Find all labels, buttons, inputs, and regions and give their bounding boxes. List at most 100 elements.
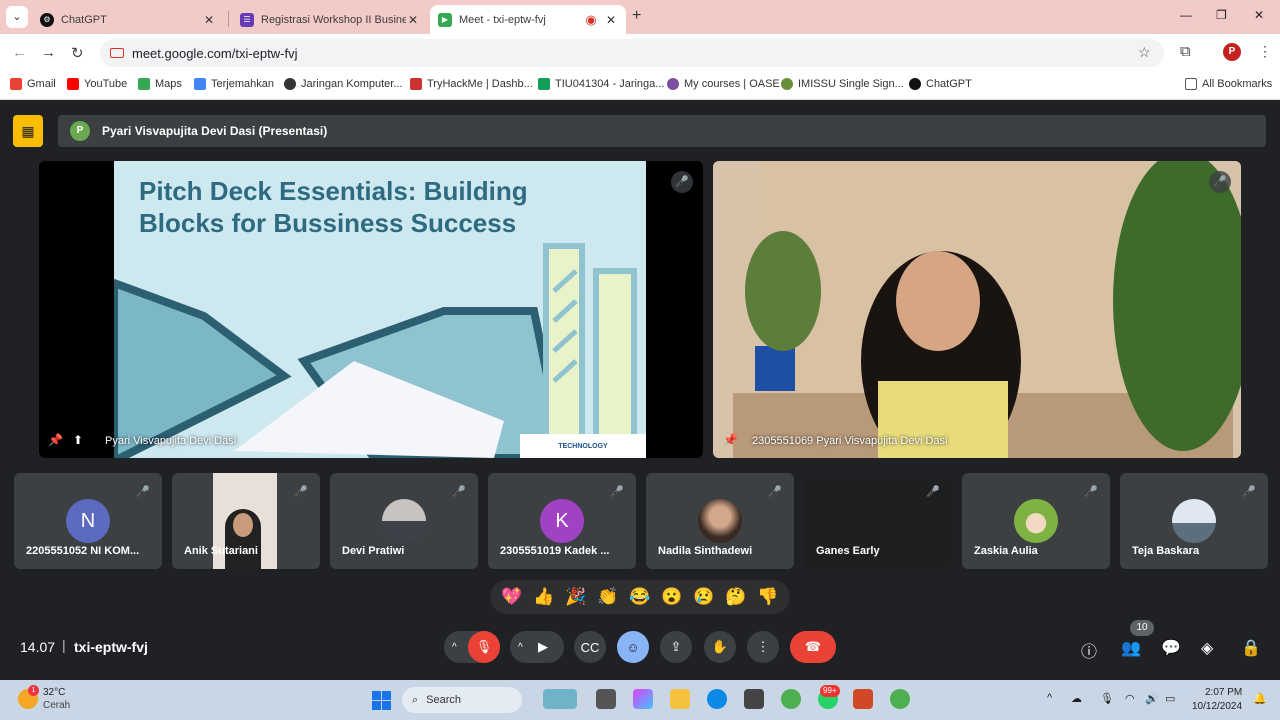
camera-icon[interactable]: ▶	[538, 639, 548, 655]
chrome-profile-icon[interactable]	[890, 689, 910, 709]
close-window-icon[interactable]: ✕	[1254, 8, 1264, 22]
present-button[interactable]: ⇪	[660, 631, 692, 663]
host-controls-icon[interactable]: 🔒	[1241, 638, 1261, 658]
reaction-thinking[interactable]: 🤔	[725, 587, 746, 607]
reaction-thumbs-down[interactable]: 👎	[757, 587, 778, 607]
mic-tray-icon[interactable]: 🎙	[1100, 692, 1114, 705]
volume-icon[interactable]: 🔊	[1145, 692, 1159, 705]
bookmark-youtube[interactable]: YouTube	[67, 78, 127, 90]
participant-tile[interactable]: 🎤 Zaskia Aulia	[962, 473, 1110, 569]
people-icon[interactable]: 👥	[1121, 638, 1141, 658]
participant-tile[interactable]: 🎤 Nadila Sinthadewi	[646, 473, 794, 569]
mic-control[interactable]: ^ 🎙	[444, 631, 500, 663]
taskbar-time[interactable]: 2:07 PM	[1205, 687, 1242, 698]
tab-meet[interactable]: ▶ Meet - txi-eptw-fvj ◉ ✕	[430, 5, 626, 34]
close-tab-icon[interactable]: ✕	[604, 13, 618, 27]
present-screen-icon[interactable]: ⬆	[73, 433, 83, 447]
reaction-surprised[interactable]: 😮	[661, 587, 682, 607]
mic-options-chevron-icon[interactable]: ^	[452, 642, 457, 653]
powerpoint-icon[interactable]	[853, 689, 873, 709]
address-bar[interactable]: meet.google.com/txi-eptw-fvj	[100, 39, 1164, 67]
chat-icon[interactable]: 💬	[1161, 638, 1181, 658]
emoji-button[interactable]: ☺	[617, 631, 649, 663]
minimize-icon[interactable]: —	[1180, 8, 1192, 22]
task-view-icon[interactable]	[596, 689, 616, 709]
reaction-party[interactable]: 🎉	[565, 587, 586, 607]
search-highlight-icon[interactable]	[543, 689, 577, 709]
site-info-icon[interactable]	[110, 48, 124, 58]
participant-tile[interactable]: 🎤 Devi Pratiwi	[330, 473, 478, 569]
bookmark-terjemahkan[interactable]: Terjemahkan	[194, 78, 274, 90]
pin-icon[interactable]: 📌	[48, 433, 63, 447]
recording-indicator-icon: ◉	[585, 11, 597, 27]
participant-tile[interactable]: N 🎤 2205551052 NI KOM...	[14, 473, 162, 569]
raise-hand-button[interactable]: ✋	[704, 631, 736, 663]
reaction-laugh[interactable]: 😂	[629, 587, 650, 607]
bookmark-label: My courses | OASE	[684, 78, 780, 90]
bookmark-star-icon[interactable]: ☆	[1138, 44, 1151, 61]
tab-search-chevron-icon[interactable]: ⌄	[6, 6, 28, 28]
profile-avatar[interactable]: P	[1223, 43, 1241, 61]
cloud-icon[interactable]: ☁	[1071, 692, 1082, 705]
taskbar-date[interactable]: 10/12/2024	[1192, 701, 1242, 712]
weather-badge: 1	[28, 685, 39, 696]
mic-off-icon[interactable]: 🎙	[468, 631, 500, 663]
tray-chevron-icon[interactable]: ^	[1047, 692, 1052, 704]
more-options-button[interactable]: ⋮	[747, 631, 779, 663]
all-bookmarks[interactable]: All Bookmarks	[1185, 78, 1272, 90]
avatar	[382, 499, 426, 543]
bookmark-chatgpt[interactable]: ChatGPT	[909, 78, 972, 90]
file-explorer-icon[interactable]	[670, 689, 690, 709]
weather-condition[interactable]: Cerah	[43, 700, 70, 711]
leave-call-button[interactable]: ☎	[790, 631, 836, 663]
participant-tile[interactable]: 🎤 Teja Baskara	[1120, 473, 1268, 569]
participant-tile[interactable]: K 🎤 2305551019 Kadek ...	[488, 473, 636, 569]
chatgpt-icon: ⚙	[40, 12, 54, 27]
captions-button[interactable]: CC	[574, 631, 606, 663]
presentation-banner: P Pyari Visvapujita Devi Dasi (Presentas…	[58, 115, 1266, 147]
bookmark-imissu[interactable]: IMISSU Single Sign...	[781, 78, 904, 90]
address-text[interactable]: meet.google.com/txi-eptw-fvj	[132, 46, 297, 61]
bookmark-gmail[interactable]: Gmail	[10, 78, 56, 90]
tab-chatgpt[interactable]: ⚙ ChatGPT ✕	[32, 5, 224, 34]
edge-icon[interactable]	[707, 689, 727, 709]
notification-icon[interactable]: 🔔	[1253, 692, 1267, 705]
battery-icon[interactable]: ▭	[1165, 692, 1175, 705]
tab-registrasi[interactable]: ☰ Registrasi Workshop II Business ✕	[232, 5, 428, 34]
reload-icon[interactable]: ↻	[71, 44, 84, 62]
reaction-heart[interactable]: 💖	[501, 587, 522, 607]
pin-icon[interactable]: 📌	[723, 433, 738, 447]
bookmark-tiu[interactable]: TIU041304 - Jaringa...	[538, 78, 664, 90]
bookmark-oase[interactable]: My courses | OASE	[667, 78, 780, 90]
bookmark-jaringan[interactable]: Jaringan Komputer...	[284, 78, 403, 90]
activities-icon[interactable]: ◈	[1201, 638, 1213, 658]
taskbar-search[interactable]: ⌕ Search	[402, 687, 522, 713]
reaction-clap[interactable]: 👏	[597, 587, 618, 607]
windows-start-icon[interactable]	[372, 691, 391, 710]
store-icon[interactable]	[744, 689, 764, 709]
bookmark-maps[interactable]: Maps	[138, 78, 182, 90]
camera-tile[interactable]: 🎤 📌 2305551069 Pyari Visvapujita Devi Da…	[713, 161, 1241, 458]
wifi-icon[interactable]: ◠	[1125, 692, 1135, 705]
camera-control[interactable]: ^ ▶	[510, 631, 564, 663]
participant-tile[interactable]: 🎤 Ganes Early	[804, 473, 952, 569]
info-icon[interactable]: ⓘ	[1081, 638, 1097, 662]
forward-icon[interactable]: →	[41, 44, 56, 61]
browser-menu-icon[interactable]: ⋮	[1258, 43, 1272, 60]
copilot-icon[interactable]	[633, 689, 653, 709]
back-icon[interactable]: ←	[12, 44, 27, 61]
new-tab-icon[interactable]: +	[632, 7, 641, 25]
participant-tile[interactable]: 🎤 Anik Sutariani	[172, 473, 320, 569]
reaction-sad[interactable]: 😢	[693, 587, 714, 607]
mic-muted-icon: 🎤	[1209, 171, 1231, 193]
extensions-icon[interactable]: ⧉	[1180, 43, 1191, 60]
camera-options-chevron-icon[interactable]: ^	[518, 642, 523, 653]
close-tab-icon[interactable]: ✕	[202, 13, 216, 27]
bookmark-tryhackme[interactable]: TryHackMe | Dashb...	[410, 78, 533, 90]
reaction-thumbs-up[interactable]: 👍	[533, 587, 554, 607]
temperature[interactable]: 32°C	[43, 687, 65, 698]
chrome-icon[interactable]	[781, 689, 801, 709]
presentation-tile[interactable]: Pitch Deck Essentials: Building Blocks f…	[39, 161, 703, 458]
maximize-icon[interactable]: ❐	[1216, 8, 1227, 22]
close-tab-icon[interactable]: ✕	[406, 13, 420, 27]
